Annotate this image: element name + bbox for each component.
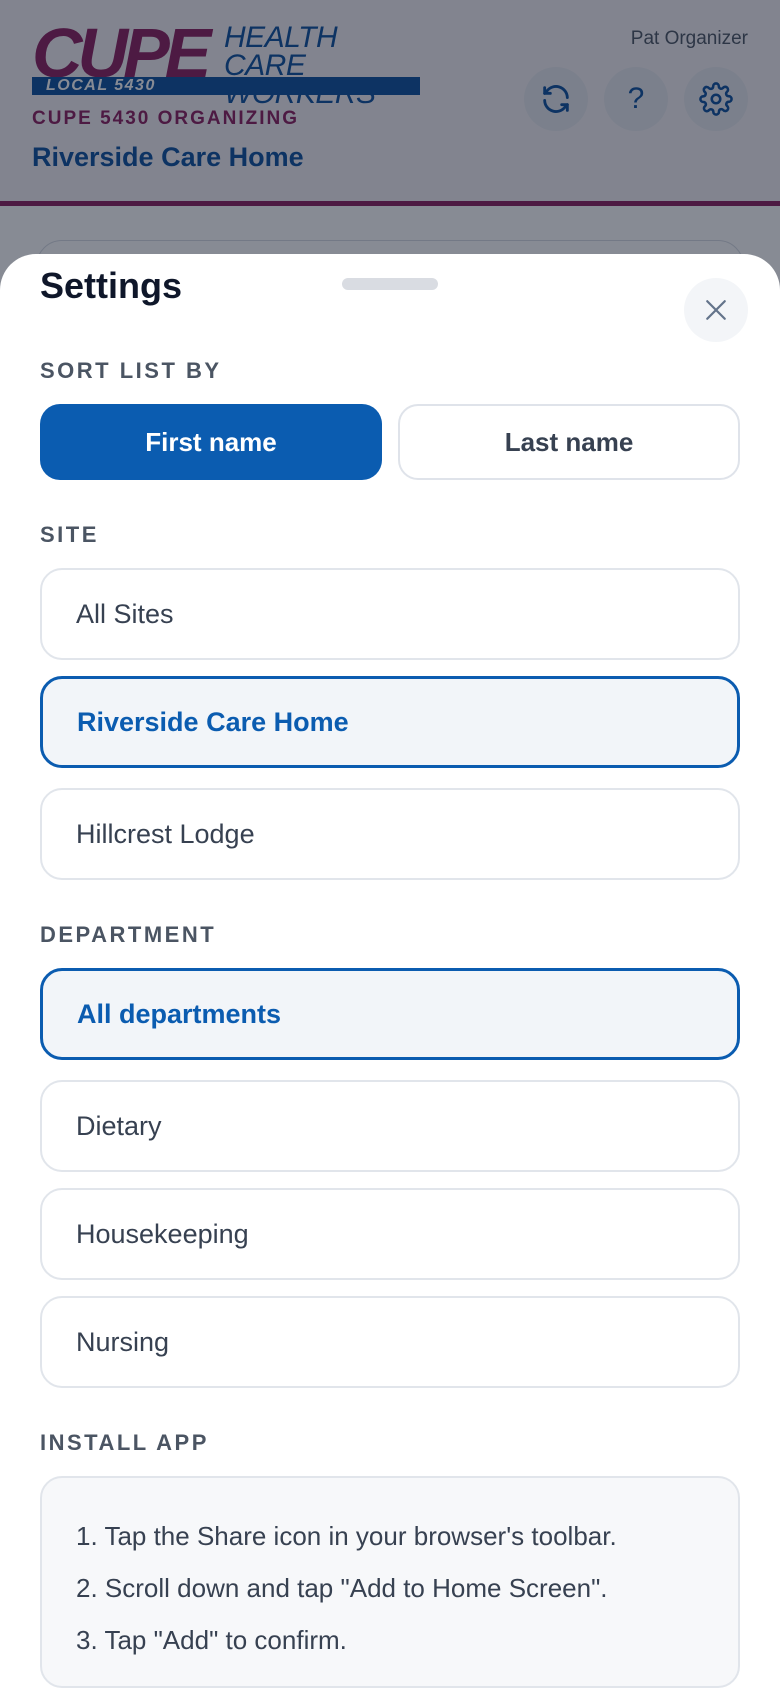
install-steps-list: 1. Tap the Share icon in your browser's … xyxy=(76,1510,738,1666)
install-step: 3. Tap "Add" to confirm. xyxy=(76,1625,347,1655)
site-option-all[interactable]: All Sites xyxy=(40,568,740,660)
department-option-nursing[interactable]: Nursing xyxy=(40,1296,740,1388)
settings-title: Settings xyxy=(40,265,183,306)
close-button[interactable] xyxy=(684,278,748,342)
install-step: 1. Tap the Share icon in your browser's … xyxy=(76,1521,617,1551)
sheet-grab-handle[interactable] xyxy=(342,278,438,290)
sort-last-name-button[interactable]: Last name xyxy=(398,404,740,480)
department-section-label: DEPARTMENT xyxy=(40,922,217,947)
site-section-label: SITE xyxy=(40,522,99,547)
sort-first-name-button[interactable]: First name xyxy=(40,404,382,480)
site-option-riverside[interactable]: Riverside Care Home xyxy=(40,676,740,768)
settings-sheet: Settings SORT LIST BY First name Last na… xyxy=(0,254,780,1688)
department-option-all[interactable]: All departments xyxy=(40,968,740,1060)
site-option-hillcrest[interactable]: Hillcrest Lodge xyxy=(40,788,740,880)
department-option-dietary[interactable]: Dietary xyxy=(40,1080,740,1172)
sort-section-label: SORT LIST BY xyxy=(40,358,222,383)
close-icon xyxy=(706,300,726,320)
install-step: 2. Scroll down and tap "Add to Home Scre… xyxy=(76,1573,608,1603)
install-instructions: 1. Tap the Share icon in your browser's … xyxy=(40,1476,740,1688)
department-option-housekeeping[interactable]: Housekeeping xyxy=(40,1188,740,1280)
install-section-label: INSTALL APP xyxy=(40,1430,209,1455)
